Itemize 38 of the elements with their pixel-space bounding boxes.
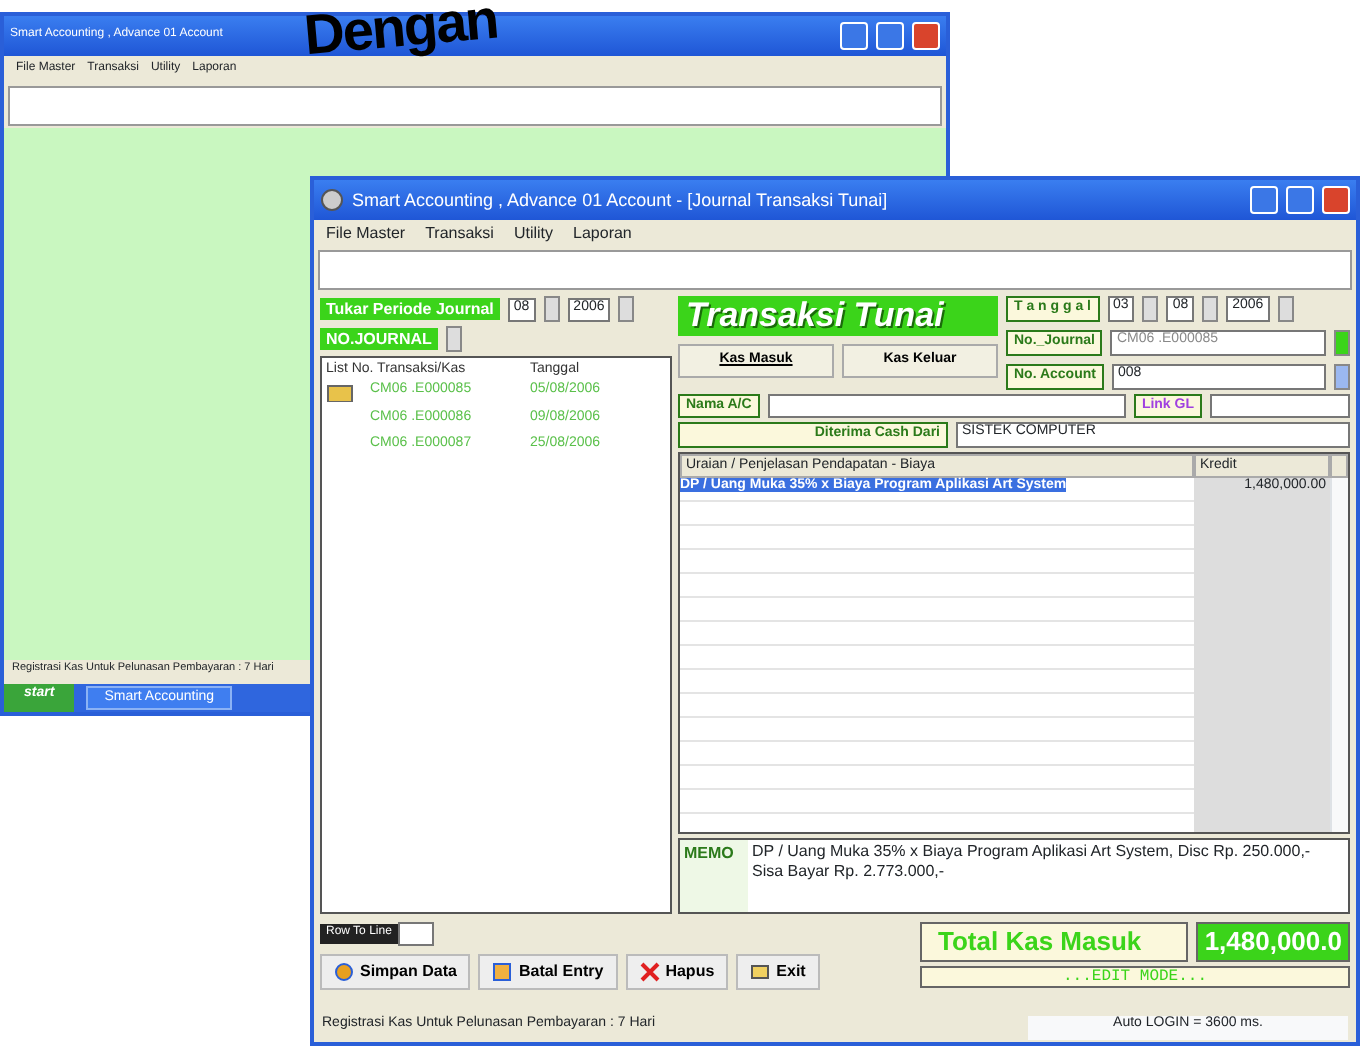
total-label: Total Kas Masuk xyxy=(920,922,1189,962)
menu-item[interactable]: File Master xyxy=(326,224,406,244)
link-gl-field[interactable] xyxy=(1210,394,1350,419)
menu-item[interactable]: Laporan xyxy=(573,224,632,244)
period-label: Tukar Periode Journal xyxy=(320,297,500,321)
document-icon xyxy=(492,962,513,982)
spin-button[interactable] xyxy=(1142,296,1159,322)
close-button[interactable] xyxy=(912,22,940,50)
spin-button[interactable] xyxy=(445,326,462,352)
row-field[interactable] xyxy=(397,922,434,946)
total-value: 1,480,000.0 xyxy=(1196,922,1350,962)
close-icon xyxy=(639,962,660,982)
close-button[interactable] xyxy=(1322,186,1350,214)
minimize-button[interactable] xyxy=(840,22,868,50)
maximize-button[interactable] xyxy=(1286,186,1314,214)
maximize-button[interactable] xyxy=(876,22,904,50)
account-name-field[interactable] xyxy=(767,394,1126,419)
spin-button[interactable] xyxy=(543,296,560,322)
delete-button[interactable]: Hapus xyxy=(625,954,729,990)
save-button[interactable]: Simpan Data xyxy=(320,954,471,990)
menu-item[interactable]: Transaksi xyxy=(425,224,494,244)
minimize-button[interactable] xyxy=(1250,186,1278,214)
spin-button[interactable] xyxy=(1277,296,1294,322)
exit-button[interactable]: Exit xyxy=(736,954,820,990)
spin-button[interactable] xyxy=(618,296,635,322)
spin-button[interactable] xyxy=(1202,296,1219,322)
monitor-icon xyxy=(750,962,771,982)
form-heading: Transaksi Tunai xyxy=(678,296,998,337)
menu-item[interactable]: Utility xyxy=(513,224,554,244)
app-icon xyxy=(320,188,344,212)
headline: Dengan xyxy=(301,0,500,65)
globe-icon xyxy=(334,962,354,982)
cancel-button[interactable]: Batal Entry xyxy=(478,954,618,990)
folder-icon xyxy=(326,382,354,403)
mode-status: ...EDIT MODE... xyxy=(920,965,1350,989)
journal-label: NO.JOURNAL xyxy=(320,327,438,351)
scrollbar[interactable] xyxy=(1330,478,1348,832)
window-title: Smart Accounting , Advance 01 Account - [Journal Transaksi Tunai] xyxy=(352,189,888,211)
